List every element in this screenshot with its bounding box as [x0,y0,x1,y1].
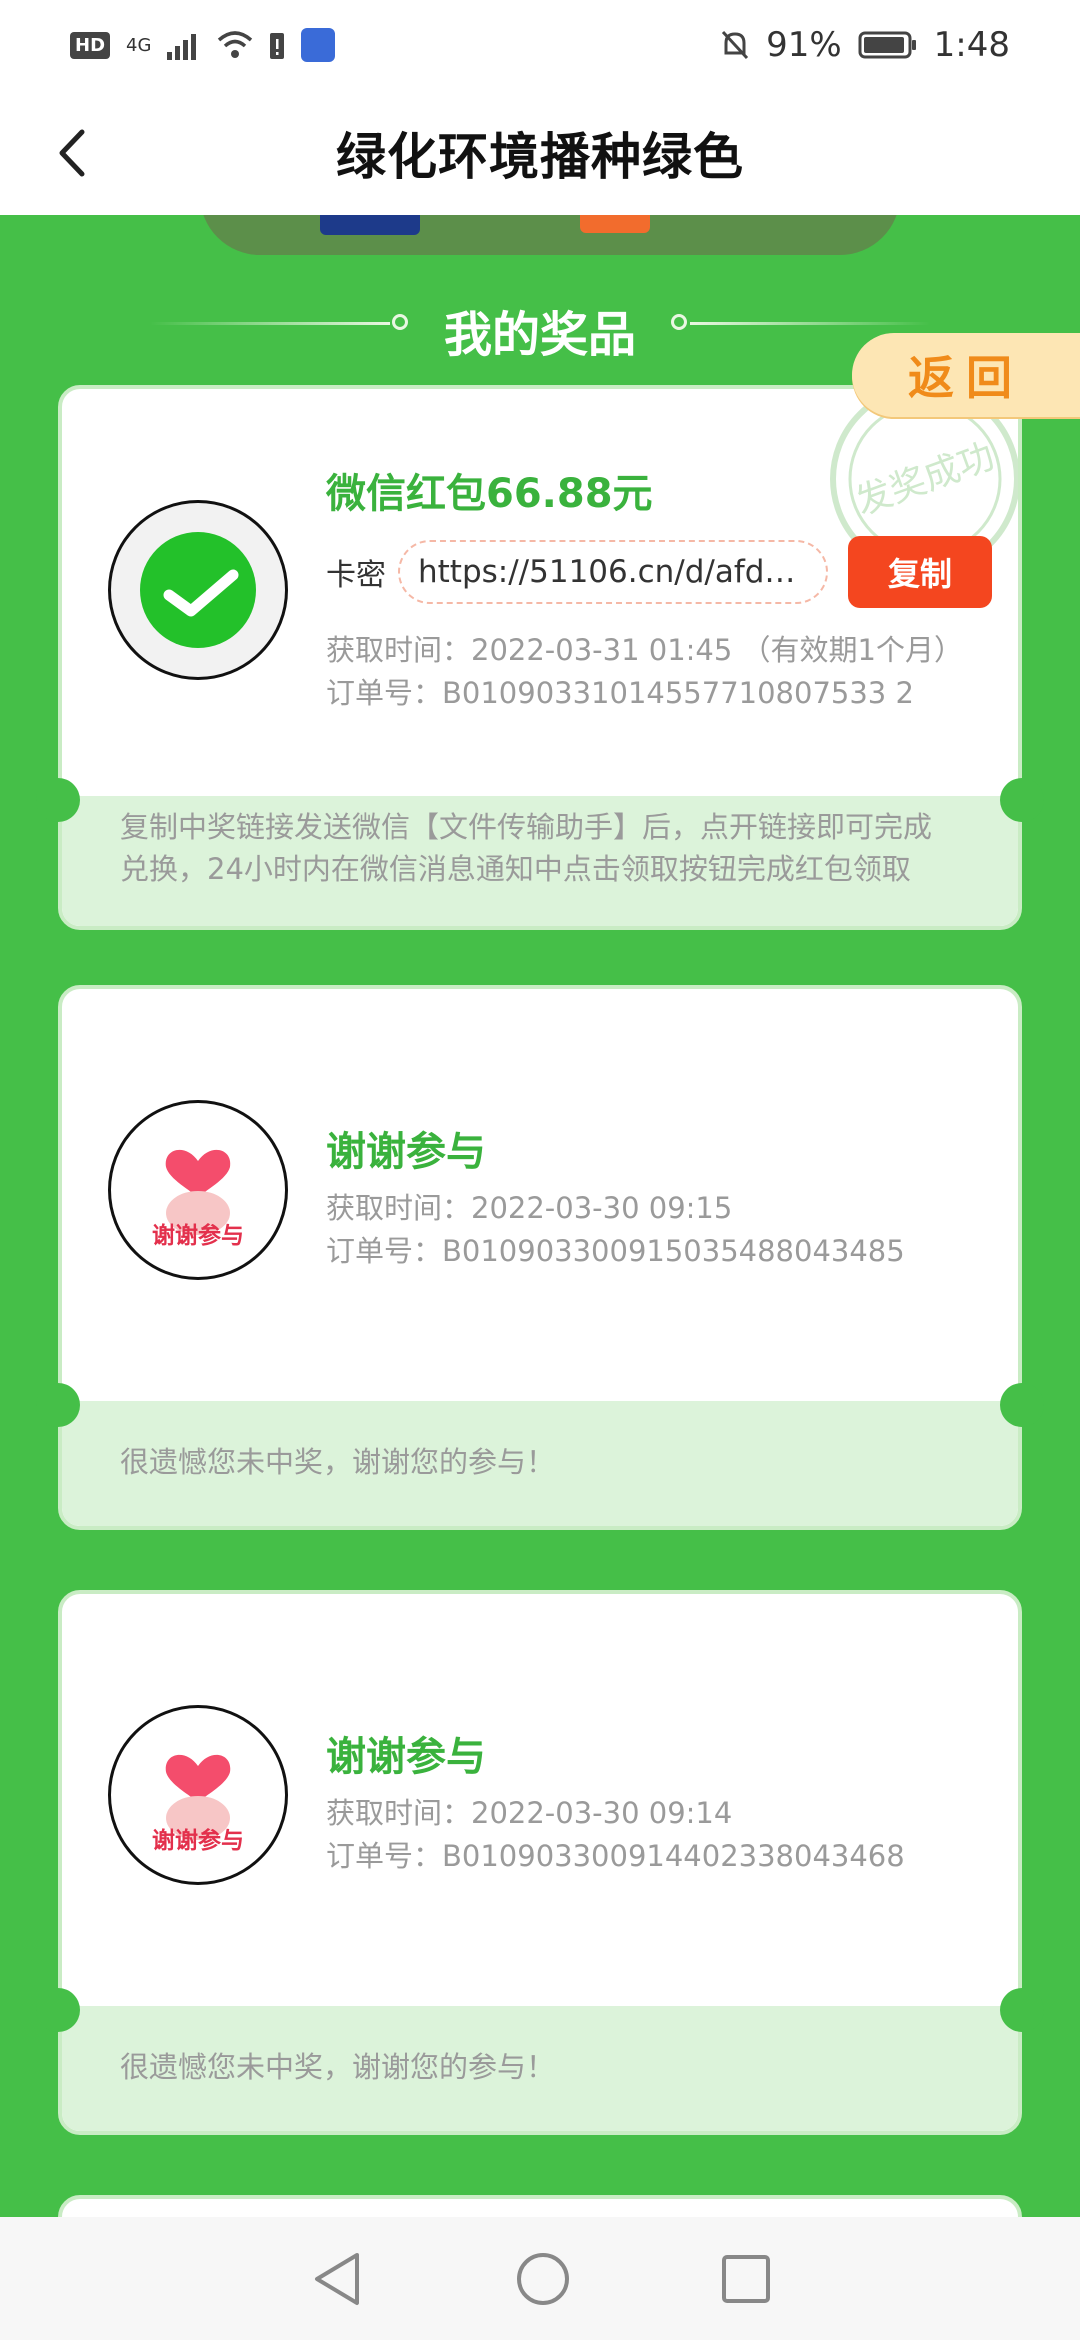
nav-back-icon[interactable] [309,2249,365,2309]
prize-note: 很遗憾您未中奖，谢谢您的参与！ [62,1401,1018,1526]
prize-card: 发奖成功 微信红包66.88元 卡密 https://51106.cn/d/af… [58,385,1022,930]
thanks-logo: 谢谢参与 [108,1100,288,1280]
battery-icon [858,31,916,59]
logo-text: 谢谢参与 [152,1827,244,1854]
card-notch-right [1000,1383,1044,1427]
order-number: 订单号：B010903300914402338043468 [326,1839,905,1873]
prize-instructions: 复制中奖链接发送微信【文件传输助手】后，点开链接即可完成兑换，24小时内在微信消… [62,796,1018,926]
card-notch-left [36,1383,80,1427]
title-divider-right [690,322,930,325]
wechat-icon [140,532,256,648]
redeem-code-row: 卡密 https://51106.cn/d/afd… 复制 [326,536,992,608]
status-bar: HD 4G 91% 1:48 [0,0,1080,90]
return-button[interactable]: 返回 [852,333,1080,417]
wechat-logo [108,500,288,680]
section-title: 我的奖品 [443,307,636,363]
logo-text: 谢谢参与 [152,1222,244,1249]
clock: 1:48 [933,25,1010,65]
order-number: 订单号：B010903300915035488043485 [326,1234,905,1268]
app-notification-icon [301,28,336,62]
prize-card: 谢谢参与 谢谢参与 获取时间：2022-03-30 09:15 订单号：B010… [58,985,1022,1530]
battery-alert-icon [270,33,285,59]
prize-time: 获取时间：2022-03-31 01:45 （有效期1个月） [326,633,963,667]
card-notch-right [1000,778,1044,822]
prize-time: 获取时间：2022-03-30 09:15 [326,1191,733,1225]
prize-card [58,2195,1022,2217]
code-label: 卡密 [326,558,386,593]
hd-icon: HD [70,31,111,59]
battery-percent: 91% [766,25,842,65]
heart-hand-icon: 谢谢参与 [152,1149,244,1249]
title-divider-dot-right [671,314,687,330]
card-notch-left [36,778,80,822]
signal-icon [167,34,197,60]
stamp-text: 发奖成功 [850,436,999,524]
prize-note: 很遗憾您未中奖，谢谢您的参与！ [62,2006,1018,2131]
prize-name: 谢谢参与 [326,1129,486,1175]
status-left: HD 4G [70,28,336,62]
app-header: 绿化环境播种绿色 [0,90,1080,215]
page-title: 绿化环境播种绿色 [336,127,744,186]
prize-card: 谢谢参与 谢谢参与 获取时间：2022-03-30 09:14 订单号：B010… [58,1590,1022,2135]
redeem-code-field[interactable]: https://51106.cn/d/afd… [398,540,828,604]
status-right: 91% 1:48 [720,25,1010,65]
prize-name: 谢谢参与 [326,1734,486,1780]
order-number: 订单号：B01090331014557710807533 2 [326,676,914,710]
network-type: 4G [126,34,152,56]
prize-time: 获取时间：2022-03-30 09:14 [326,1796,733,1830]
prize-name: 微信红包66.88元 [326,471,653,517]
card-notch-right [1000,1988,1044,2032]
system-nav-bar [0,2217,1080,2340]
card-notch-left [36,1988,80,2032]
wifi-icon [218,31,253,58]
banner-image [200,215,900,255]
back-arrow-icon[interactable] [40,118,110,188]
mute-bell-icon [721,30,749,60]
prize-list-page[interactable]: 我的奖品 返回 发奖成功 微信红包66.88元 卡密 https://51106… [0,215,1080,2217]
nav-recents-icon[interactable] [721,2254,771,2304]
copy-button[interactable]: 复制 [848,536,992,608]
nav-home-icon[interactable] [515,2251,571,2307]
thanks-logo: 谢谢参与 [108,1705,288,1885]
heart-hand-icon: 谢谢参与 [152,1754,244,1854]
